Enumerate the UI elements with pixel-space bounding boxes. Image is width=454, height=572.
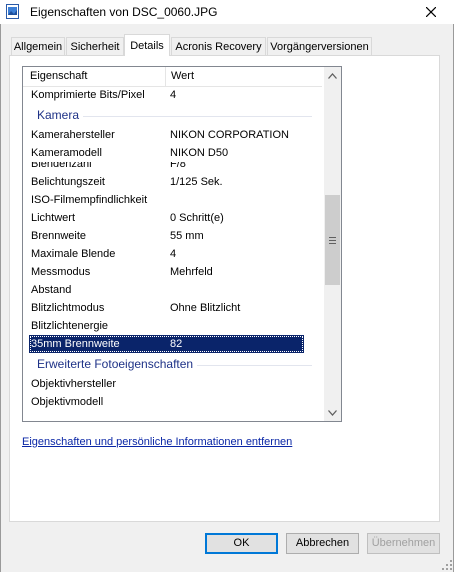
column-header: Eigenschaft Wert <box>23 67 322 87</box>
chevron-down-icon <box>328 409 337 416</box>
ok-button[interactable]: OK <box>205 533 278 554</box>
property-name: 35mm Brennweite <box>31 338 120 350</box>
table-row[interactable]: Blendenzahl F/8 <box>23 162 322 173</box>
cancel-button[interactable]: Abbrechen <box>286 533 359 554</box>
property-name: Belichtungszeit <box>31 176 105 188</box>
table-row[interactable]: Blitzlichtmodus Ohne Blitzlicht <box>23 299 322 317</box>
vertical-scrollbar[interactable] <box>324 67 341 421</box>
group-label: Kamera <box>37 108 84 122</box>
scroll-thumb[interactable] <box>325 195 340 285</box>
property-name: Maximale Blende <box>31 248 116 260</box>
tab-sicherheit[interactable]: Sicherheit <box>66 37 124 55</box>
remove-properties-link[interactable]: Eigenschaften und persönliche Informatio… <box>22 436 292 448</box>
window-title: Eigenschaften von DSC_0060.JPG <box>30 5 218 19</box>
chevron-up-icon <box>328 72 337 79</box>
tab-details[interactable]: Details <box>124 34 170 56</box>
table-row-selected[interactable]: 35mm Brennweite 82 <box>29 335 304 353</box>
property-name: Blitzlichtmodus <box>31 302 105 314</box>
property-name: Kameramodell <box>31 147 102 159</box>
property-value: 1/125 Sek. <box>170 176 223 188</box>
group-label: Erweiterte Fotoeigenschaften <box>37 357 198 371</box>
property-value: F/8 <box>170 162 186 170</box>
close-button[interactable] <box>408 0 454 24</box>
table-row[interactable]: Blitzlichtenergie <box>23 317 322 335</box>
scroll-down-button[interactable] <box>324 404 341 421</box>
table-row[interactable]: Kamerahersteller NIKON CORPORATION <box>23 126 322 144</box>
table-row[interactable]: Kameramodell NIKON D50 <box>23 144 322 162</box>
table-row[interactable]: Messmodus Mehrfeld <box>23 263 322 281</box>
table-row[interactable]: Abstand <box>23 281 322 299</box>
group-header-erweiterte-fotoeigenschaften: Erweiterte Fotoeigenschaften <box>23 353 322 375</box>
column-header-property[interactable]: Eigenschaft <box>30 70 87 82</box>
scroll-up-button[interactable] <box>324 67 341 84</box>
apply-button[interactable]: Übernehmen <box>367 533 440 554</box>
property-name: Messmodus <box>31 266 91 278</box>
column-header-value[interactable]: Wert <box>171 70 194 82</box>
property-value: 4 <box>170 89 177 101</box>
title-bar: Eigenschaften von DSC_0060.JPG <box>0 0 454 24</box>
property-value: 4 <box>170 248 177 260</box>
property-name: Objektivhersteller <box>31 378 116 390</box>
table-row[interactable]: Komprimierte Bits/Pixel 4 <box>23 86 322 104</box>
property-name: Abstand <box>31 284 72 296</box>
property-name: Lichtwert <box>31 212 76 224</box>
property-list[interactable]: Eigenschaft Wert Komprimierte Bits/Pixel… <box>22 66 342 422</box>
property-name: Kamerahersteller <box>31 129 115 141</box>
grip-icon <box>329 236 336 244</box>
resize-grip-icon[interactable] <box>442 560 452 570</box>
close-icon <box>426 7 436 17</box>
property-name: Komprimierte Bits/Pixel <box>31 89 145 101</box>
property-name: Objektivmodell <box>31 396 104 408</box>
tab-allgemein[interactable]: Allgemein <box>11 37 65 55</box>
tab-vorgaengerversionen[interactable]: Vorgängerversionen <box>267 37 372 55</box>
table-row[interactable]: Belichtungszeit 1/125 Sek. <box>23 173 322 191</box>
property-rows: Komprimierte Bits/Pixel 4 Kamera Kamerah… <box>23 86 322 411</box>
property-value: NIKON CORPORATION <box>170 129 289 141</box>
property-name: Blitzlichtenergie <box>31 320 109 332</box>
property-value: 0 Schritt(e) <box>170 212 224 224</box>
column-separator[interactable] <box>165 67 166 86</box>
table-row[interactable]: ISO-Filmempfindlichkeit <box>23 191 322 209</box>
table-row[interactable]: Maximale Blende 4 <box>23 245 322 263</box>
table-row[interactable]: Objektivhersteller <box>23 375 322 393</box>
table-row[interactable]: Objektivmodell <box>23 393 322 411</box>
property-value: 55 mm <box>170 230 204 242</box>
tab-acronis-recovery[interactable]: Acronis Recovery <box>171 37 266 55</box>
property-name: Brennweite <box>31 230 87 242</box>
property-value: Ohne Blitzlicht <box>170 302 241 314</box>
table-row[interactable]: Brennweite 55 mm <box>23 227 322 245</box>
property-value: Mehrfeld <box>170 266 213 278</box>
table-row[interactable]: Lichtwert 0 Schritt(e) <box>23 209 322 227</box>
property-name: Blendenzahl <box>31 162 92 170</box>
property-value: NIKON D50 <box>170 147 229 159</box>
property-value[interactable]: 82 <box>170 335 182 353</box>
image-file-icon <box>6 4 19 19</box>
group-header-kamera: Kamera <box>23 104 322 126</box>
property-name: ISO-Filmempfindlichkeit <box>31 194 148 206</box>
